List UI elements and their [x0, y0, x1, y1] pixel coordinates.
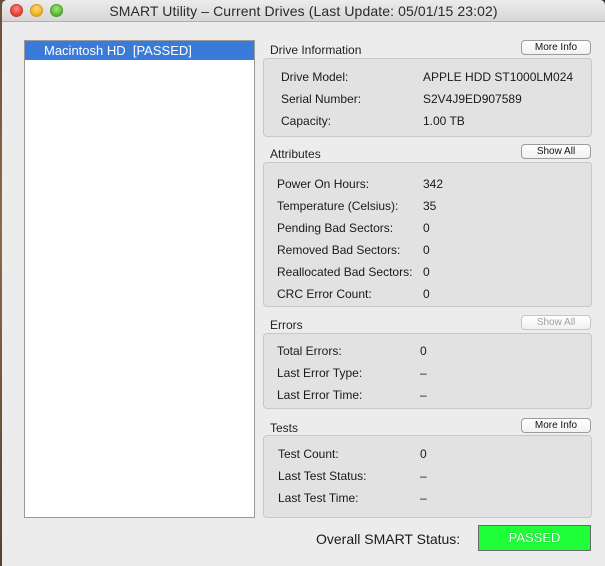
last-error-time-label: Last Error Time:: [277, 388, 363, 402]
attributes-group: Power On Hours: 342 Temperature (Celsius…: [263, 162, 592, 307]
drive-model-value: APPLE HDD ST1000LM024: [423, 70, 574, 84]
smart-utility-window: SMART Utility – Current Drives (Last Upd…: [2, 0, 605, 566]
total-errors-value: 0: [420, 344, 427, 358]
attributes-heading: Attributes: [270, 147, 321, 161]
test-count-value: 0: [420, 447, 427, 461]
errors-group: Total Errors: 0 Last Error Type: – Last …: [263, 333, 592, 409]
crc-error-count-value: 0: [423, 287, 430, 301]
last-error-time-value: –: [420, 388, 427, 402]
reallocated-bad-sectors-value: 0: [423, 265, 430, 279]
power-on-hours-label: Power On Hours:: [277, 177, 370, 191]
overall-smart-status-label: Overall SMART Status:: [316, 531, 461, 547]
last-error-type-label: Last Error Type:: [277, 366, 363, 380]
drive-information-group: Drive Model: APPLE HDD ST1000LM024 Seria…: [263, 58, 592, 137]
drive-info-more-info-button[interactable]: More Info: [521, 40, 591, 55]
serial-number-value: S2V4J9ED907589: [423, 92, 522, 106]
tests-more-info-button[interactable]: More Info: [521, 418, 591, 433]
removed-bad-sectors-label: Removed Bad Sectors:: [277, 243, 401, 257]
drive-model-label: Drive Model:: [281, 70, 349, 84]
drive-information-heading: Drive Information: [270, 43, 362, 57]
tests-heading: Tests: [270, 421, 299, 435]
test-count-label: Test Count:: [278, 447, 339, 461]
temperature-value: 35: [423, 199, 437, 213]
overall-smart-status-badge: PASSED: [478, 525, 591, 551]
errors-show-all-button[interactable]: Show All: [521, 315, 591, 330]
title-bar[interactable]: SMART Utility – Current Drives (Last Upd…: [2, 0, 605, 22]
last-error-type-value: –: [420, 366, 427, 380]
attributes-show-all-button[interactable]: Show All: [521, 144, 591, 159]
last-test-status-label: Last Test Status:: [278, 469, 367, 483]
serial-number-label: Serial Number:: [281, 92, 362, 106]
reallocated-bad-sectors-label: Reallocated Bad Sectors:: [277, 265, 413, 279]
last-test-time-label: Last Test Time:: [278, 491, 359, 505]
temperature-label: Temperature (Celsius):: [277, 199, 399, 213]
window-title: SMART Utility – Current Drives (Last Upd…: [109, 3, 498, 19]
capacity-label: Capacity:: [281, 114, 332, 128]
total-errors-label: Total Errors:: [277, 344, 342, 358]
errors-heading: Errors: [270, 318, 303, 332]
power-on-hours-value: 342: [423, 177, 444, 191]
drive-list-item-macintosh-hd[interactable]: Macintosh HD [PASSED]: [25, 41, 254, 60]
last-test-status-value: –: [420, 469, 427, 483]
last-test-time-value: –: [420, 491, 427, 505]
removed-bad-sectors-value: 0: [423, 243, 430, 257]
pending-bad-sectors-value: 0: [423, 221, 430, 235]
crc-error-count-label: CRC Error Count:: [277, 287, 372, 301]
pending-bad-sectors-label: Pending Bad Sectors:: [277, 221, 394, 235]
tests-group: Test Count: 0 Last Test Status: – Last T…: [263, 435, 592, 518]
drive-list[interactable]: Macintosh HD [PASSED]: [24, 40, 255, 518]
capacity-value: 1.00 TB: [423, 114, 465, 128]
